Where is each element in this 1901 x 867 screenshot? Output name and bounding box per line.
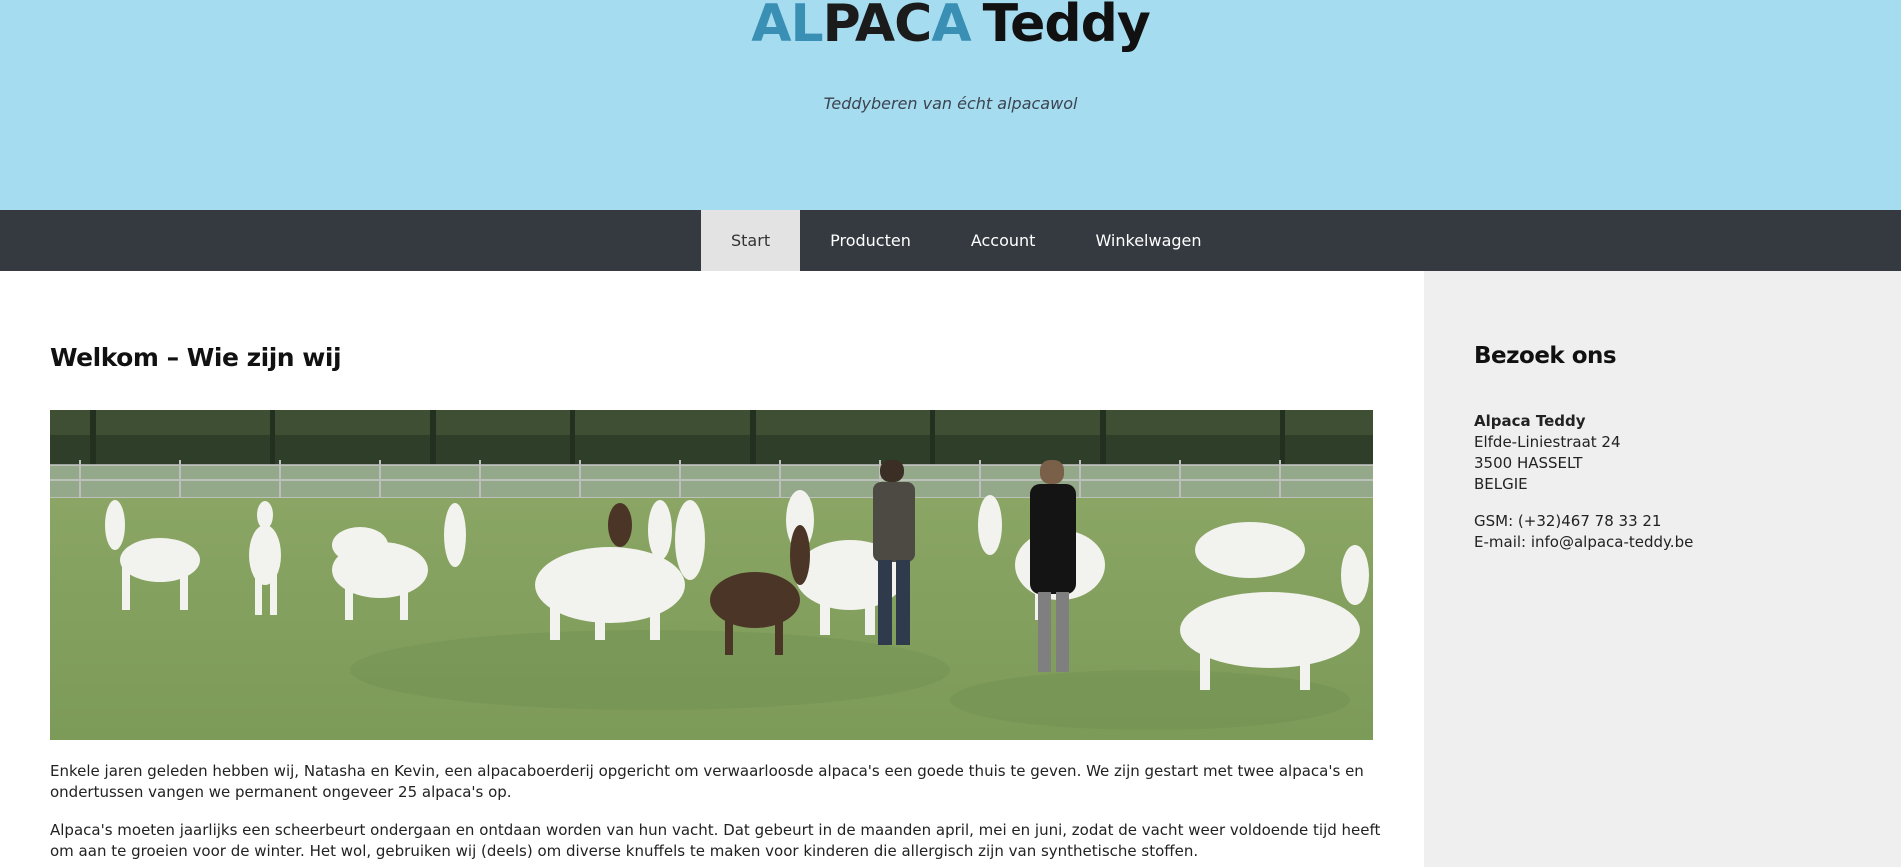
intro-paragraph-1: Enkele jaren geleden hebben wij, Natasha… bbox=[50, 762, 1364, 801]
logo-part-teddy: Teddy bbox=[982, 0, 1151, 54]
site-logo[interactable]: ALPACA Teddy bbox=[0, 0, 1901, 54]
address-block: Alpaca Teddy Elfde-Liniestraat 24 3500 H… bbox=[1474, 411, 1621, 495]
nav-item-account[interactable]: Account bbox=[941, 210, 1066, 271]
nav-items: Start Producten Account Winkelwagen bbox=[701, 210, 1232, 271]
nav-item-start[interactable]: Start bbox=[701, 210, 801, 271]
logo-part-a: A bbox=[931, 0, 971, 54]
nav-item-winkelwagen[interactable]: Winkelwagen bbox=[1065, 210, 1231, 271]
contact-block: GSM: (+32)467 78 33 21 E-mail: info@alpa… bbox=[1474, 511, 1693, 553]
main-navigation: Start Producten Account Winkelwagen bbox=[0, 210, 1901, 271]
business-name: Alpaca Teddy bbox=[1474, 412, 1586, 430]
address-street: Elfde-Liniestraat 24 bbox=[1474, 433, 1621, 451]
sidebar: Bezoek ons Alpaca Teddy Elfde-Liniestraa… bbox=[1424, 271, 1901, 867]
alpaca-photo bbox=[50, 410, 1373, 740]
logo-part-al: AL bbox=[751, 0, 823, 54]
sidebar-title: Bezoek ons bbox=[1474, 343, 1617, 369]
phone-number: GSM: (+32)467 78 33 21 bbox=[1474, 512, 1662, 530]
email-address[interactable]: E-mail: info@alpaca-teddy.be bbox=[1474, 532, 1693, 553]
main-content: Welkom – Wie zijn wij Enkele jaren geled… bbox=[0, 271, 1424, 867]
page-title: Welkom – Wie zijn wij bbox=[50, 343, 342, 372]
address-city: 3500 HASSELT bbox=[1474, 454, 1583, 472]
site-tagline: Teddyberen van écht alpacawol bbox=[823, 94, 1078, 113]
intro-paragraph-2: Alpaca's moeten jaarlijks een scheerbeur… bbox=[50, 821, 1381, 860]
nav-item-producten[interactable]: Producten bbox=[800, 210, 941, 271]
logo-part-pac: PAC bbox=[822, 0, 933, 54]
site-header: ALPACA Teddy Teddyberen van écht alpacawo… bbox=[0, 0, 1901, 210]
address-country: BELGIE bbox=[1474, 475, 1528, 493]
